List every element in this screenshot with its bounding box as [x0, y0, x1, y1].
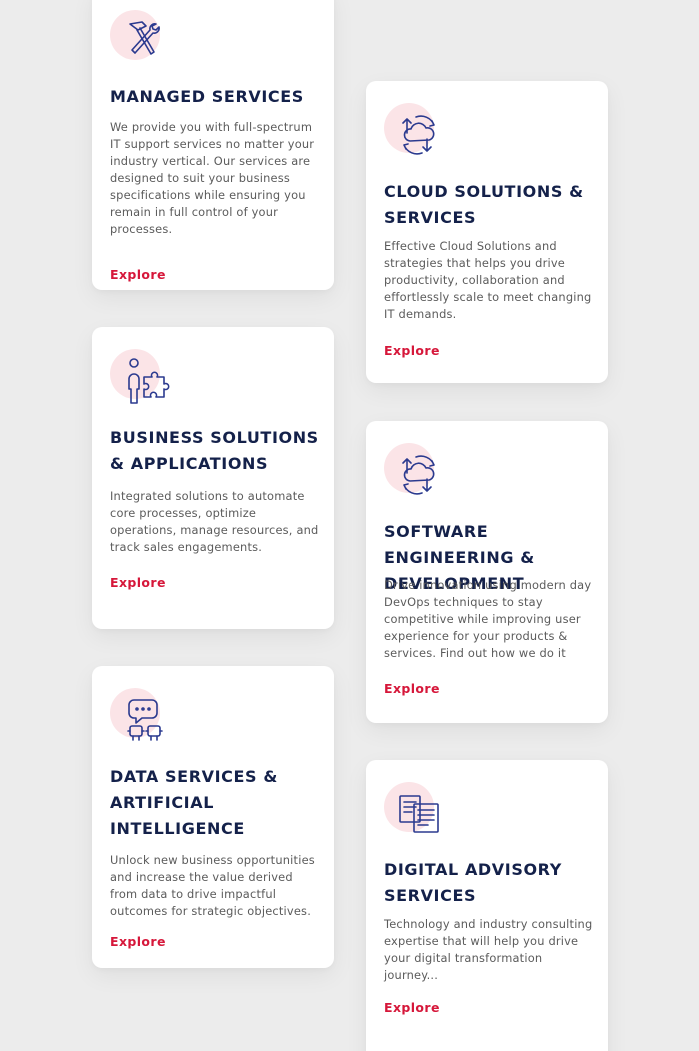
explore-link[interactable]: Explore: [384, 681, 440, 696]
card-description: Unlock new business opportunities and in…: [110, 853, 315, 918]
tools-hammer-wrench-icon: [110, 10, 174, 66]
service-card-digital-advisory: DIGITAL ADVISORY SERVICES Technology and…: [366, 760, 608, 1051]
explore-link[interactable]: Explore: [110, 267, 166, 282]
service-card-data-services: DATA SERVICES & ARTIFICIAL INTELLIGENCE …: [92, 666, 334, 968]
cloud-sync-icon: [384, 103, 448, 159]
person-puzzle-icon: [110, 349, 174, 405]
card-title: DATA SERVICES & ARTIFICIAL INTELLIGENCE: [110, 767, 278, 838]
card-description: Technology and industry consulting exper…: [384, 917, 593, 982]
card-description: Drive innovation using modern day DevOps…: [384, 578, 592, 660]
card-title: DIGITAL ADVISORY SERVICES: [384, 860, 562, 905]
service-card-cloud-solutions: CLOUD SOLUTIONS & SERVICES Effective Clo…: [366, 81, 608, 383]
service-card-business-solutions: BUSINESS SOLUTIONS & APPLICATIONS Integr…: [92, 327, 334, 629]
documents-icon: [384, 782, 448, 838]
explore-link[interactable]: Explore: [384, 343, 440, 358]
explore-link[interactable]: Explore: [110, 934, 166, 949]
service-card-software-engineering: SOFTWARE ENGINEERING & DEVELOPMENT Drive…: [366, 421, 608, 723]
explore-link[interactable]: Explore: [110, 575, 166, 590]
service-card-managed-services: MANAGED SERVICES We provide you with ful…: [92, 0, 334, 290]
card-title: BUSINESS SOLUTIONS & APPLICATIONS: [110, 428, 319, 473]
card-title: CLOUD SOLUTIONS & SERVICES: [384, 182, 584, 227]
card-title: MANAGED SERVICES: [110, 87, 304, 106]
card-description: We provide you with full-spectrum IT sup…: [110, 120, 315, 236]
cloud-sync-icon: [384, 443, 448, 499]
card-description: Effective Cloud Solutions and strategies…: [384, 239, 592, 321]
chat-robots-icon: [110, 688, 174, 744]
card-description: Integrated solutions to automate core pr…: [110, 489, 319, 554]
explore-link[interactable]: Explore: [384, 1000, 440, 1015]
